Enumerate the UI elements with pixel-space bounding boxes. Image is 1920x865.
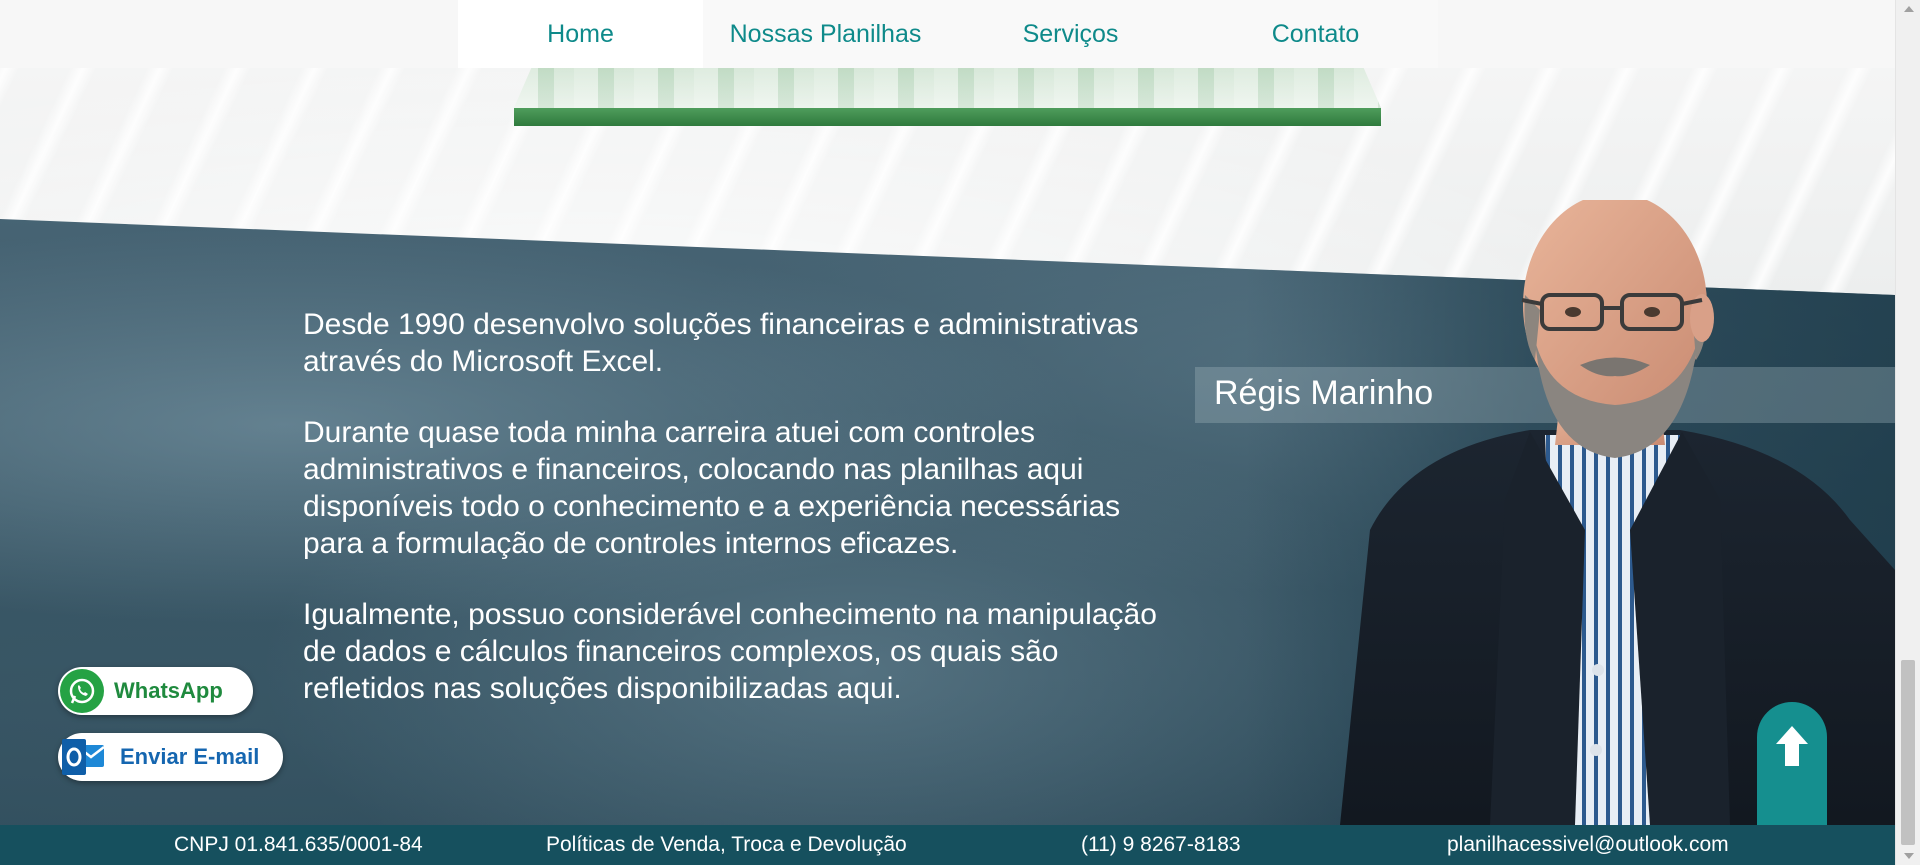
scroll-down-arrow-icon[interactable] [1896,847,1920,865]
nav-item-servicos[interactable]: Serviços [948,0,1193,68]
about-paragraph: Durante quase toda minha carreira atuei … [303,416,1121,560]
banner-green-bar [514,108,1381,126]
nav-item-contato[interactable]: Contato [1193,0,1438,68]
nav-item-planilhas[interactable]: Nossas Planilhas [703,0,948,68]
nav-item-home[interactable]: Home [458,0,703,68]
footer-email-link[interactable]: planilhacessivel@outlook.com [1447,833,1729,857]
page-scrollbar[interactable] [1895,0,1920,865]
send-email-label: Enviar E-mail [120,744,260,769]
banner-bottom-edge [514,68,1381,126]
outlook-icon [60,735,106,779]
about-paragraph: Desde 1990 desenvolvo soluções financeir… [303,308,1139,378]
scroll-to-top-button[interactable] [1757,702,1827,825]
scrollbar-thumb[interactable] [1901,660,1915,845]
scroll-up-arrow-icon[interactable] [1896,0,1920,18]
whatsapp-icon [60,669,104,713]
arrow-up-icon [1776,726,1808,766]
banner-decoration [514,68,1381,108]
main-navigation: Home Nossas Planilhas Serviços Contato [0,0,1895,68]
nav-menu: Home Nossas Planilhas Serviços Contato [458,0,1438,68]
footer-policy-link[interactable]: Políticas de Venda, Troca e Devolução [546,833,907,857]
send-email-button[interactable]: Enviar E-mail [58,733,283,781]
footer-phone: (11) 9 8267-8183 [1081,833,1241,856]
whatsapp-button[interactable]: WhatsApp [58,667,253,715]
about-paragraph: Igualmente, possuo considerável conhecim… [303,598,1157,705]
footer: CNPJ 01.841.635/0001-84 Políticas de Ven… [0,825,1895,865]
about-text: Desde 1990 desenvolvo soluções financeir… [303,306,1183,741]
whatsapp-label: WhatsApp [114,678,223,703]
footer-cnpj: CNPJ 01.841.635/0001-84 [174,833,423,856]
